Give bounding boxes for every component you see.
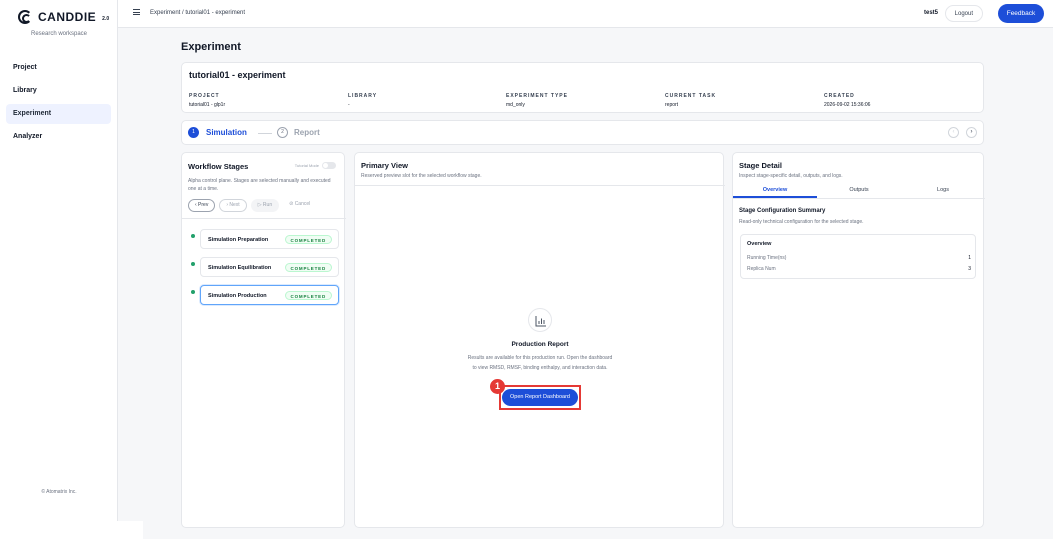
workflow-stages-title: Workflow Stages bbox=[188, 162, 249, 171]
stage-detail-subtitle: Inspect stage-specific detail, outputs, … bbox=[739, 173, 843, 179]
config-summary-title: Stage Configuration Summary bbox=[739, 208, 826, 214]
step-simulation-label[interactable]: Simulation bbox=[206, 128, 247, 137]
stage-simulation-preparation[interactable]: Simulation Preparation COMPLETED bbox=[191, 229, 339, 249]
breadcrumb: Experiment / tutorial01 - experiment bbox=[150, 10, 246, 16]
stage-detail-title: Stage Detail bbox=[739, 161, 782, 170]
stage-simulation-production[interactable]: Simulation Production COMPLETED bbox=[191, 285, 339, 305]
meta-library: LIBRARY - bbox=[348, 93, 377, 108]
stage-status-dot bbox=[191, 262, 195, 266]
stage-controls: ‹ Prev › Next ▷ Run ⊘ Cancel bbox=[188, 199, 317, 212]
meta-label: LIBRARY bbox=[348, 93, 378, 99]
sidebar-item-experiment[interactable]: Experiment bbox=[6, 104, 111, 124]
overview-row-running-time: Running Time(ns) 1 bbox=[747, 255, 971, 261]
workflow-description: Alpha control plane. Stages are selected… bbox=[188, 178, 331, 192]
experiment-name: tutorial01 - experiment bbox=[189, 70, 286, 80]
bar-chart-icon bbox=[528, 308, 552, 332]
app-version: 2.0 bbox=[102, 16, 110, 22]
production-report-description: Results are available for this productio… bbox=[467, 355, 613, 371]
overview-box: Overview Running Time(ns) 1 Replica Num … bbox=[740, 234, 976, 279]
meta-value: report bbox=[665, 102, 679, 108]
primary-view-subtitle: Reserved preview slot for the selected w… bbox=[361, 173, 482, 179]
meta-label: CURRENT TASK bbox=[665, 93, 717, 99]
meta-created: CREATED 2026-09-02 15:36:06 bbox=[824, 93, 870, 108]
tutorial-mode-label: Tutorial Mode bbox=[294, 163, 319, 168]
app-logo[interactable]: CANDDIE 2.0 bbox=[18, 10, 109, 24]
sidebar-item-library[interactable]: Library bbox=[6, 81, 111, 101]
meta-label: CREATED bbox=[824, 93, 855, 99]
run-stage-button[interactable]: ▷ Run bbox=[250, 199, 280, 212]
stage-status-dot bbox=[191, 290, 195, 294]
meta-value: tutorial01 - glp1r bbox=[189, 102, 226, 108]
overview-title: Overview bbox=[747, 241, 772, 247]
copyright: © Atomatrix Inc. bbox=[41, 489, 77, 495]
workspace-label: Research workspace bbox=[30, 31, 88, 37]
primary-view-title: Primary View bbox=[361, 161, 408, 170]
meta-value: - bbox=[348, 102, 350, 108]
step-2-number[interactable]: 2 bbox=[277, 127, 288, 138]
divider bbox=[355, 185, 725, 186]
stage-simulation-equilibration[interactable]: Simulation Equilibration COMPLETED bbox=[191, 257, 339, 277]
stage-status-dot bbox=[191, 234, 195, 238]
workflow-stages-panel: Workflow Stages Tutorial Mode Alpha cont… bbox=[181, 152, 346, 528]
hamburger-menu-icon[interactable] bbox=[133, 9, 140, 15]
stage-detail-panel: Stage Detail Inspect stage-specific deta… bbox=[732, 152, 985, 528]
status-badge: COMPLETED bbox=[284, 263, 332, 272]
topbar: Experiment / tutorial01 - experiment tes… bbox=[118, 0, 1053, 28]
meta-current-task: CURRENT TASK report bbox=[665, 93, 716, 108]
production-report-title: Production Report bbox=[511, 341, 569, 348]
row-value: 3 bbox=[968, 266, 971, 272]
row-label: Replica Num bbox=[747, 266, 776, 272]
sidebar-nav: Project Library Experiment Analyzer bbox=[6, 58, 111, 150]
tutorial-mode-toggle[interactable] bbox=[322, 162, 336, 169]
open-report-dashboard-button[interactable]: Open Report Dashboard bbox=[502, 389, 578, 406]
meta-value: md_only bbox=[506, 102, 525, 108]
step-1-number[interactable]: 1 bbox=[188, 127, 199, 138]
stage-name: Simulation Production bbox=[208, 293, 267, 299]
prev-stage-button[interactable]: ‹ Prev bbox=[188, 199, 216, 212]
primary-view-panel: Primary View Reserved preview slot for t… bbox=[354, 152, 725, 528]
meta-value: 2026-09-02 15:36:06 bbox=[824, 102, 871, 108]
meta-experiment-type: EXPERIMENT TYPE md_only bbox=[506, 93, 568, 108]
row-label: Running Time(ns) bbox=[747, 255, 787, 261]
cancel-stage-button[interactable]: ⊘ Cancel bbox=[283, 199, 317, 212]
stage-name: Simulation Equilibration bbox=[208, 265, 272, 271]
tutorial-mode: Tutorial Mode bbox=[295, 162, 336, 169]
stage-name: Simulation Preparation bbox=[208, 237, 269, 243]
meta-project: PROJECT tutorial01 - glp1r bbox=[189, 93, 225, 108]
sidebar: CANDDIE 2.0 Research workspace Project L… bbox=[0, 0, 118, 521]
next-stage-button[interactable]: › Next bbox=[219, 199, 247, 212]
meta-label: PROJECT bbox=[189, 93, 220, 99]
next-step-button[interactable]: › bbox=[966, 127, 977, 138]
tab-outputs[interactable]: Outputs bbox=[817, 183, 901, 198]
meta-label: EXPERIMENT TYPE bbox=[506, 93, 568, 99]
status-badge: COMPLETED bbox=[284, 235, 332, 244]
step-connector bbox=[258, 133, 272, 134]
row-value: 1 bbox=[968, 255, 971, 261]
overview-row-replica-num: Replica Num 3 bbox=[747, 266, 971, 272]
prev-step-button[interactable]: ‹ bbox=[948, 127, 959, 138]
step-report-label[interactable]: Report bbox=[294, 128, 320, 137]
config-summary-subtitle: Read-only technical configuration for th… bbox=[739, 219, 864, 225]
canddie-logo-icon bbox=[18, 10, 32, 24]
tab-overview[interactable]: Overview bbox=[733, 183, 817, 198]
sidebar-footer-strip bbox=[0, 521, 143, 539]
stage-detail-tabs: Overview Outputs Logs bbox=[733, 183, 985, 199]
sidebar-item-analyzer[interactable]: Analyzer bbox=[6, 127, 111, 147]
username: test5 bbox=[923, 10, 938, 16]
page-title: Experiment bbox=[181, 41, 241, 53]
app-name: CANDDIE bbox=[38, 10, 97, 24]
status-badge: COMPLETED bbox=[284, 291, 332, 300]
logout-button[interactable]: Logout bbox=[944, 5, 983, 22]
divider bbox=[182, 218, 346, 219]
experiment-summary-card: tutorial01 - experiment PROJECT tutorial… bbox=[181, 62, 984, 113]
tab-logs[interactable]: Logs bbox=[901, 183, 985, 198]
workflow-steps-bar: 1 Simulation 2 Report ‹ › bbox=[181, 120, 984, 145]
sidebar-item-project[interactable]: Project bbox=[6, 58, 111, 78]
feedback-button[interactable]: Feedback bbox=[998, 4, 1044, 23]
